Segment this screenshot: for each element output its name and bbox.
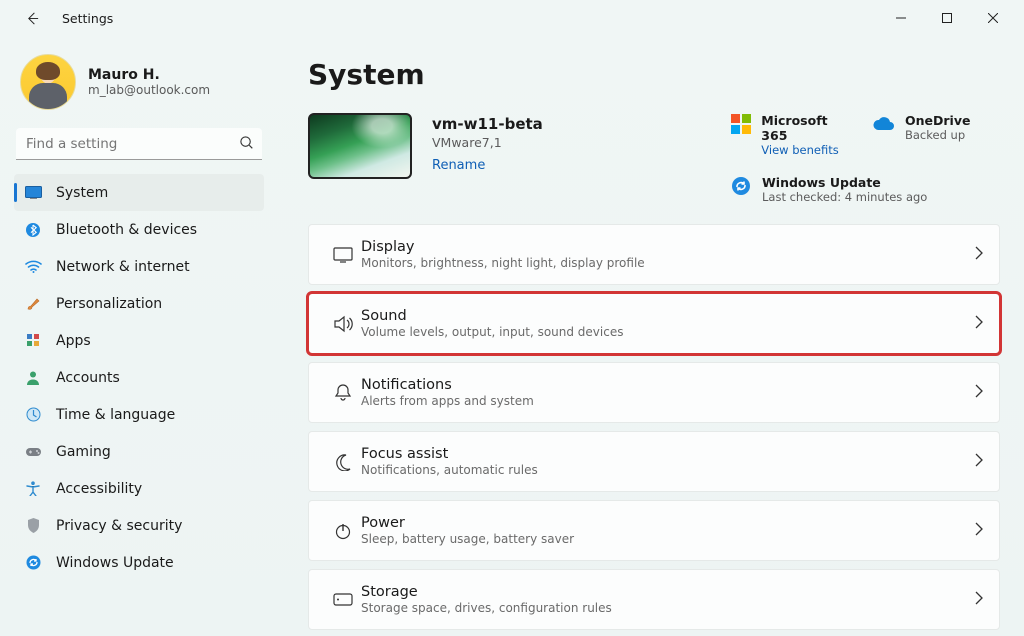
maximize-button[interactable] (924, 2, 970, 34)
chevron-right-icon (974, 383, 983, 402)
card-sub: Sleep, battery usage, battery saver (361, 532, 974, 546)
card-title: Storage (361, 584, 974, 600)
back-button[interactable] (18, 4, 46, 32)
promo-onedrive[interactable]: OneDriveBacked up (873, 113, 998, 157)
storage-icon (325, 593, 361, 606)
nav-item-windows-update[interactable]: Windows Update (14, 544, 264, 581)
nav-item-accounts[interactable]: Accounts (14, 359, 264, 396)
close-button[interactable] (970, 2, 1016, 34)
nav-label: Accessibility (56, 481, 142, 497)
chevron-right-icon (974, 590, 983, 609)
card-notifications[interactable]: NotificationsAlerts from apps and system (308, 362, 1000, 423)
power-icon (325, 522, 361, 540)
card-display[interactable]: DisplayMonitors, brightness, night light… (308, 224, 1000, 285)
nav-label: Personalization (56, 296, 162, 312)
promo-title: Microsoft 365 (761, 113, 855, 143)
minimize-button[interactable] (878, 2, 924, 34)
gamepad-icon (24, 443, 42, 461)
card-title: Notifications (361, 377, 974, 393)
card-title: Sound (361, 308, 974, 324)
nav-item-privacy[interactable]: Privacy & security (14, 507, 264, 544)
moon-icon (325, 453, 361, 471)
nav-label: Privacy & security (56, 518, 182, 534)
card-storage[interactable]: StorageStorage space, drives, configurat… (308, 569, 1000, 630)
system-icon (24, 184, 42, 202)
bell-icon (325, 383, 361, 402)
card-focus-assist[interactable]: Focus assistNotifications, automatic rul… (308, 431, 1000, 492)
update-icon (24, 554, 42, 572)
rename-link[interactable]: Rename (432, 158, 710, 173)
promo-m365[interactable]: Microsoft 365View benefits (730, 113, 855, 157)
promo-sub[interactable]: View benefits (761, 143, 855, 157)
display-icon (325, 247, 361, 263)
promo-title: Windows Update (762, 175, 927, 190)
device-thumbnail (308, 113, 412, 179)
main-content: System vm-w11-beta VMware7,1 Rename Micr… (278, 36, 1024, 636)
promo-sub: Backed up (905, 128, 970, 142)
card-sub: Monitors, brightness, night light, displ… (361, 256, 974, 270)
card-sound[interactable]: SoundVolume levels, output, input, sound… (308, 293, 1000, 354)
nav-item-apps[interactable]: Apps (14, 322, 264, 359)
nav-label: Accounts (56, 370, 120, 386)
nav-label: Windows Update (56, 555, 174, 571)
clock-globe-icon (24, 406, 42, 424)
nav-label: Gaming (56, 444, 111, 460)
profile-block[interactable]: Mauro H. m_lab@outlook.com (14, 48, 264, 126)
promo-windows-update[interactable]: Windows UpdateLast checked: 4 minutes ag… (730, 175, 990, 204)
bluetooth-icon (24, 221, 42, 239)
nav-item-time-language[interactable]: Time & language (14, 396, 264, 433)
titlebar: Settings (0, 0, 1024, 36)
nav-item-system[interactable]: System (14, 174, 264, 211)
nav-label: Bluetooth & devices (56, 222, 197, 238)
card-title: Power (361, 515, 974, 531)
nav-item-personalization[interactable]: Personalization (14, 285, 264, 322)
avatar (20, 54, 76, 110)
card-sub: Notifications, automatic rules (361, 463, 974, 477)
nav-item-bluetooth[interactable]: Bluetooth & devices (14, 211, 264, 248)
card-title: Focus assist (361, 446, 974, 462)
nav-list: System Bluetooth & devices Network & int… (14, 174, 264, 581)
user-email: m_lab@outlook.com (88, 83, 210, 97)
nav-item-gaming[interactable]: Gaming (14, 433, 264, 470)
search-icon (239, 135, 254, 154)
card-power[interactable]: PowerSleep, battery usage, battery saver (308, 500, 1000, 561)
sound-icon (325, 315, 361, 333)
accessibility-icon (24, 480, 42, 498)
person-icon (24, 369, 42, 387)
card-sub: Storage space, drives, configuration rul… (361, 601, 974, 615)
promo-sub: Last checked: 4 minutes ago (762, 190, 927, 204)
nav-label: Apps (56, 333, 91, 349)
shield-icon (24, 517, 42, 535)
page-title: System (308, 58, 1000, 91)
window-title: Settings (62, 11, 113, 26)
card-sub: Volume levels, output, input, sound devi… (361, 325, 974, 339)
chevron-right-icon (974, 521, 983, 540)
microsoft-logo-icon (730, 113, 751, 135)
device-name: vm-w11-beta (432, 115, 710, 133)
card-title: Display (361, 239, 974, 255)
user-name: Mauro H. (88, 67, 210, 83)
apps-icon (24, 332, 42, 350)
chevron-right-icon (974, 314, 983, 333)
nav-label: Time & language (56, 407, 175, 423)
nav-item-network[interactable]: Network & internet (14, 248, 264, 285)
nav-item-accessibility[interactable]: Accessibility (14, 470, 264, 507)
chevron-right-icon (974, 245, 983, 264)
nav-label: System (56, 185, 108, 201)
sidebar: Mauro H. m_lab@outlook.com System Blueto… (0, 36, 278, 636)
settings-cards: DisplayMonitors, brightness, night light… (308, 224, 1000, 630)
onedrive-icon (873, 113, 895, 135)
chevron-right-icon (974, 452, 983, 471)
wifi-icon (24, 258, 42, 276)
device-info-row: vm-w11-beta VMware7,1 Rename Microsoft 3… (308, 113, 1000, 204)
device-model: VMware7,1 (432, 135, 710, 150)
brush-icon (24, 295, 42, 313)
search-input[interactable] (16, 128, 262, 160)
search-wrapper (16, 128, 262, 160)
update-circle-icon (730, 175, 752, 197)
promo-block: Microsoft 365View benefits OneDriveBacke… (730, 113, 1000, 204)
card-sub: Alerts from apps and system (361, 394, 974, 408)
promo-title: OneDrive (905, 113, 970, 128)
nav-label: Network & internet (56, 259, 190, 275)
